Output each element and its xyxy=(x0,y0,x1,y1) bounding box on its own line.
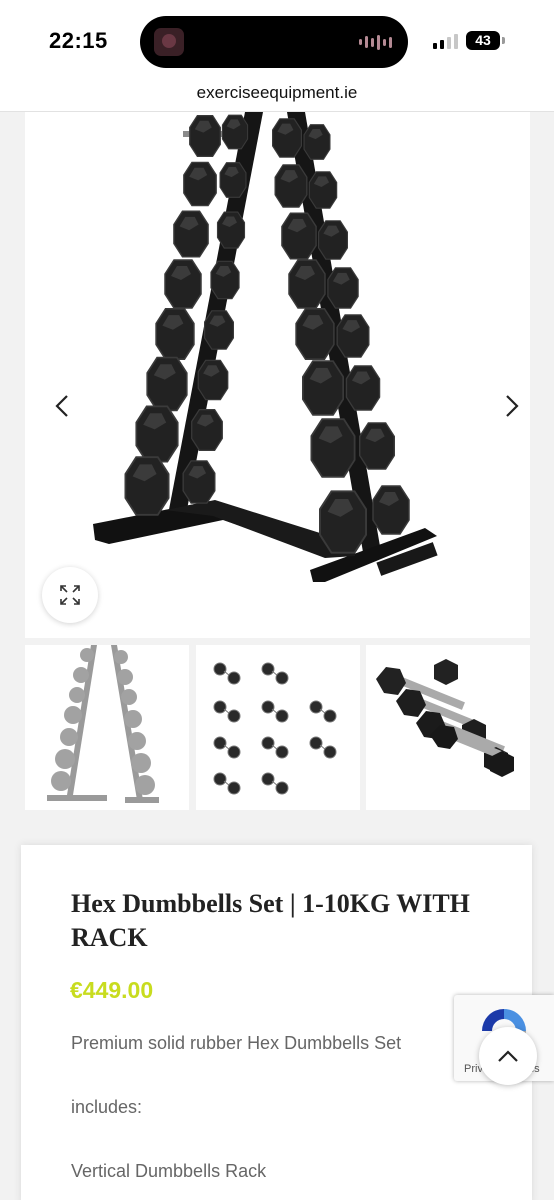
expand-icon xyxy=(60,585,80,605)
main-product-image[interactable] xyxy=(25,112,530,638)
dumbbell-rack-faded-thumbnail xyxy=(47,645,159,803)
product-price: €449.00 xyxy=(70,977,154,1003)
product-title: Hex Dumbbells Set | 1-10KG WITH RACK xyxy=(71,889,470,952)
cellular-signal-icon xyxy=(433,33,458,49)
dynamic-island[interactable] xyxy=(140,16,408,68)
chevron-up-icon xyxy=(498,1050,518,1062)
chevron-right-icon xyxy=(506,395,519,417)
now-playing-icon xyxy=(154,28,184,56)
product-page: 22:15 43 exerciseequipment.ie Hex Dumbbe… xyxy=(0,0,554,1200)
chevron-left-icon xyxy=(55,395,68,417)
thumbnail-3[interactable] xyxy=(366,645,530,810)
description-line: includes: xyxy=(71,1097,143,1117)
battery-icon: 43 xyxy=(466,31,505,50)
thumbnail-strip xyxy=(25,645,530,810)
product-gallery[interactable] xyxy=(25,112,530,638)
dumbbell-pairs-grid-thumbnail xyxy=(213,662,337,795)
battery-level: 43 xyxy=(475,32,491,48)
zoom-image-button[interactable] xyxy=(42,567,98,623)
status-bar: 22:15 43 xyxy=(0,0,554,80)
clock: 22:15 xyxy=(49,28,108,53)
address-bar[interactable]: exerciseequipment.ie xyxy=(0,80,554,112)
url-text[interactable]: exerciseequipment.ie xyxy=(197,83,358,102)
audio-waveform-icon xyxy=(359,34,392,50)
thumbnail-2[interactable] xyxy=(196,645,360,810)
description-line: Vertical Dumbbells Rack xyxy=(71,1161,267,1181)
thumbnail-1[interactable] xyxy=(25,645,189,810)
scroll-to-top-button[interactable] xyxy=(479,1027,537,1085)
description-line: Premium solid rubber Hex Dumbbells Set xyxy=(71,1033,402,1053)
dumbbell-set-stacked-thumbnail xyxy=(376,659,514,777)
